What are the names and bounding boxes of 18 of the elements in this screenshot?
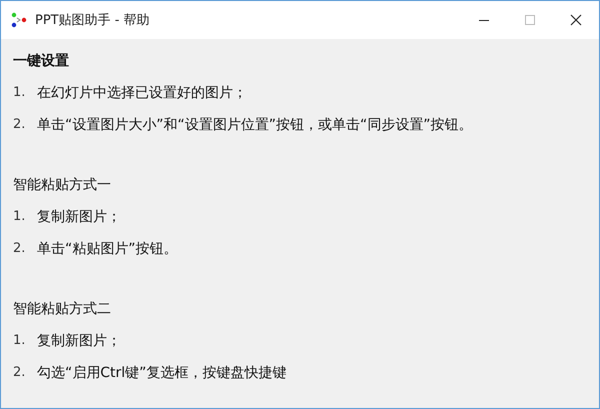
step-text: 在幻灯片中选择已设置好的图片； [37,84,247,103]
close-icon[interactable] [570,14,582,26]
step-number: 2. [13,240,26,258]
section-heading: 智能粘贴方式一 [13,176,112,195]
step-text: 单击“粘贴图片”按钮。 [37,240,178,259]
step-text: 勾选“启用Ctrl键”复选框，按键盘快捷键 [37,364,286,383]
step-text: 复制新图片； [37,208,121,227]
step-text: 单击“设置图片大小”和“设置图片位置”按钮，或单击“同步设置”按钮。 [37,116,473,135]
step-number: 1. [13,208,26,226]
step-number: 2. [13,116,26,134]
step-number: 2. [13,364,26,382]
step-text: 复制新图片； [37,332,121,351]
step-number: 1. [13,332,26,350]
window-title: PPT贴图助手 - 帮助 [35,12,150,29]
app-icon [11,12,27,28]
section-heading: 智能粘贴方式二 [13,300,112,319]
section-heading: 一键设置 [13,52,70,71]
step-number: 1. [13,84,26,102]
